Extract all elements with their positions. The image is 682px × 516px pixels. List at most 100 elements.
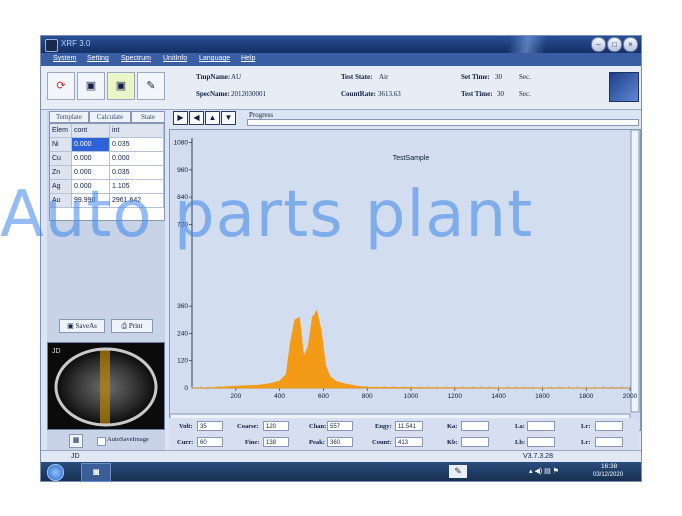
chan-value: 557 xyxy=(327,421,353,431)
maximize-icon[interactable]: □ xyxy=(607,37,622,52)
x-tick-label: 1400 xyxy=(491,393,506,400)
x-tick-label: 600 xyxy=(318,393,329,400)
save-as-button[interactable]: ▣ SaveAs xyxy=(59,319,105,333)
tmp-name-label: TmpName: xyxy=(196,73,231,81)
up-icon[interactable]: ▲ xyxy=(205,111,220,125)
auto-save-label: AutoSaveImage xyxy=(107,436,149,443)
stop-icon[interactable]: ▣ xyxy=(77,72,105,100)
print-button[interactable]: ⎙ Print xyxy=(111,319,153,333)
spectrum-chart[interactable]: 1202403607208409601080200 400 600 800 1000 12… xyxy=(169,129,640,430)
pen-input-icon[interactable]: ✎ xyxy=(449,465,467,478)
play-icon[interactable]: ▶ xyxy=(173,111,188,125)
x-tick-label: 1600 xyxy=(535,393,550,400)
tray-icons[interactable]: ▴ ◀) ▤ ⚑ xyxy=(529,467,559,475)
snapshot-icon[interactable]: ▦ xyxy=(69,434,83,448)
set-time-unit: Sec. xyxy=(519,73,531,81)
refresh-icon[interactable]: ⟳ xyxy=(47,72,75,100)
clock-date: 03/12/2020 xyxy=(593,472,624,478)
lr-label: Lr: xyxy=(581,423,591,430)
tab-calculate[interactable]: Calculate xyxy=(89,111,131,123)
volt-label: Volt: xyxy=(179,423,193,430)
app-icon xyxy=(45,39,58,52)
cell-int[interactable]: 0.035 xyxy=(110,138,164,152)
menu-system[interactable]: System xyxy=(53,55,76,62)
spec-name-label: SpecName: xyxy=(196,90,230,98)
lr-value-2 xyxy=(595,437,623,447)
coarse-value: 120 xyxy=(263,421,289,431)
tab-state[interactable]: State xyxy=(131,111,165,123)
close-icon[interactable]: × xyxy=(623,37,638,52)
lr-value xyxy=(595,421,623,431)
ka-label: Ka: xyxy=(447,423,458,430)
test-state-value: Air xyxy=(379,73,389,81)
header-elem: Elem xyxy=(50,124,72,138)
y-tick-label: 360 xyxy=(177,303,188,310)
progress-label: Progress xyxy=(249,111,274,119)
curr-label: Curr: xyxy=(177,439,194,446)
table-header-row: Elem cont int xyxy=(50,124,164,138)
vertical-scrollbar xyxy=(630,129,640,413)
curr-value: 60 xyxy=(197,437,223,447)
count-label: Count: xyxy=(372,439,392,446)
clock-time: 16:38 xyxy=(601,463,618,470)
engy-value: 11.541 xyxy=(395,421,423,431)
title-bar[interactable]: XRF 3.0 – □ × xyxy=(41,36,641,53)
minimize-icon[interactable]: – xyxy=(591,37,606,52)
prev-icon[interactable]: ◀ xyxy=(189,111,204,125)
volt-value: 35 xyxy=(197,421,223,431)
peak-value: 360 xyxy=(327,437,353,447)
menu-unitinfo[interactable]: UnitInfo xyxy=(163,55,187,62)
menu-spectrum[interactable]: Spectrum xyxy=(121,55,151,62)
app-window: XRF 3.0 – □ × System Setting Spectrum Un… xyxy=(40,35,642,482)
camera-image: JD xyxy=(48,343,164,429)
cell-cont[interactable]: 0.000 xyxy=(72,138,110,152)
taskbar-app-icon[interactable]: ◙ xyxy=(81,463,111,482)
camera-label: JD xyxy=(52,348,61,355)
progress-bar xyxy=(247,119,639,126)
y-tick-label: 960 xyxy=(177,167,188,174)
la-label: La: xyxy=(515,423,525,430)
watermark-text: Auto parts plant xyxy=(0,178,534,252)
test-time-unit: Sec. xyxy=(519,90,531,98)
test-time-label: Test Time: xyxy=(461,90,493,98)
x-tick-label: 200 xyxy=(230,393,241,400)
chart-title: TestSample xyxy=(393,155,430,162)
start-icon[interactable]: ▣ xyxy=(107,72,135,100)
ka-value xyxy=(461,421,489,431)
engy-label: Engy: xyxy=(375,423,392,430)
peak-label: Peak: xyxy=(309,439,325,446)
camera-view: JD xyxy=(47,342,165,430)
header-int: int xyxy=(110,124,164,138)
status-left-text: JD xyxy=(71,453,80,460)
test-state-label: Test State: xyxy=(341,73,373,81)
x-tick-label: 1200 xyxy=(448,393,463,400)
header-cont: cont xyxy=(72,124,110,138)
set-time-value: 30 xyxy=(495,73,502,81)
open-folder-icon[interactable]: ✎ xyxy=(137,72,165,100)
version-text: V3.7.3.28 xyxy=(523,453,553,460)
menu-language[interactable]: Language xyxy=(199,55,230,62)
lb-label: Lb: xyxy=(515,439,526,446)
spectrum-plot[interactable]: 120 240 360 720 840 960 1080 200 400 600 800 1000 12… xyxy=(169,129,641,431)
menu-help[interactable]: Help xyxy=(241,55,255,62)
fine-label: Fine: xyxy=(245,439,260,446)
chan-label: Chan: xyxy=(309,423,327,430)
window-title: XRF 3.0 xyxy=(61,39,91,48)
x-tick-label: 400 xyxy=(274,393,285,400)
y-tick-label: 120 xyxy=(177,358,188,365)
kb-value xyxy=(461,437,489,447)
cell-int[interactable]: 0.000 xyxy=(110,152,164,166)
cell-cont[interactable]: 0.000 xyxy=(72,152,110,166)
set-time-label: Set Time: xyxy=(461,73,490,81)
y-tick-label-zero: 0 xyxy=(184,385,188,392)
tab-template[interactable]: Template xyxy=(49,111,89,123)
table-row[interactable]: Cu 0.000 0.000 xyxy=(50,152,164,166)
auto-save-checkbox[interactable] xyxy=(97,437,106,446)
count-rate-label: CountRate: xyxy=(341,90,376,98)
spec-name-value: 2012030001 xyxy=(231,90,266,98)
down-icon[interactable]: ▼ xyxy=(221,111,236,125)
x-tick-label: 1000 xyxy=(404,393,419,400)
menu-setting[interactable]: Setting xyxy=(87,55,109,62)
table-row[interactable]: Ni 0.000 0.035 xyxy=(50,138,164,152)
start-menu-icon[interactable] xyxy=(47,464,64,481)
